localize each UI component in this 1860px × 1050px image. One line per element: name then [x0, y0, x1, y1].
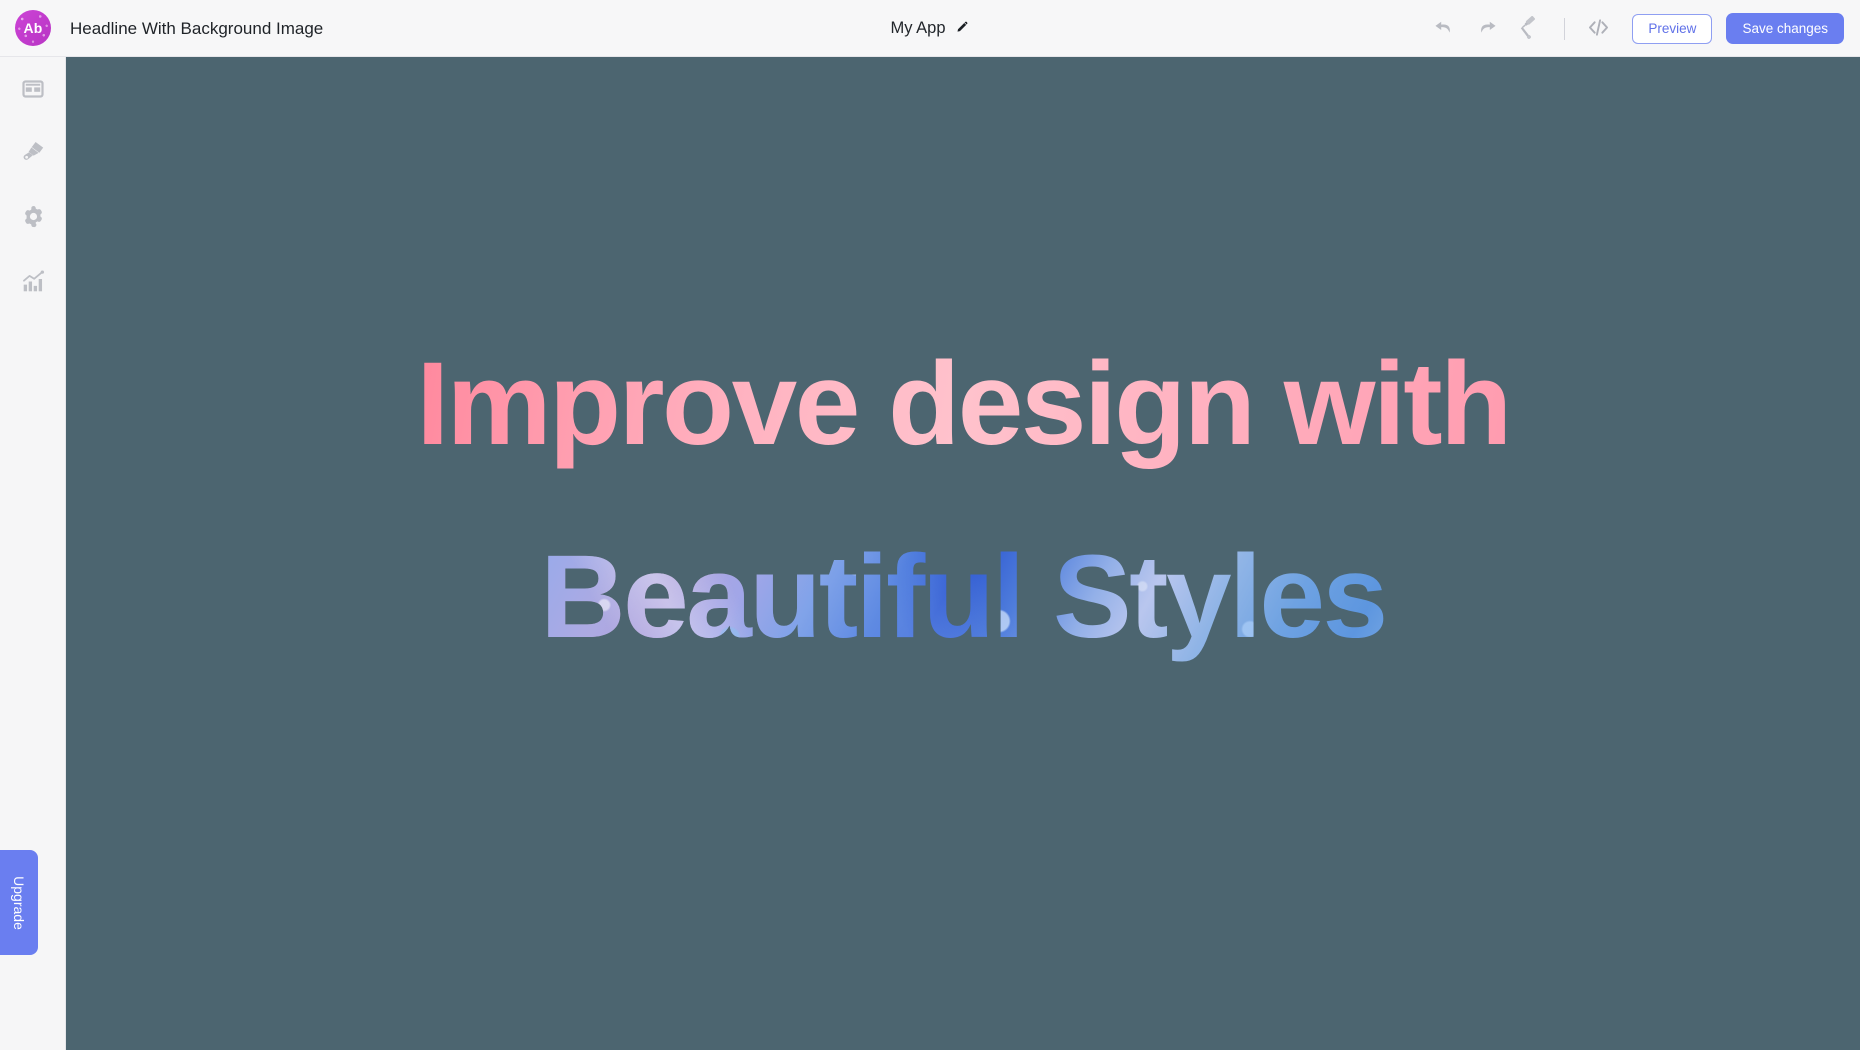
paint-roller-icon [1520, 15, 1543, 42]
document-title: Headline With Background Image [70, 18, 324, 38]
layout-grid-icon [21, 77, 45, 106]
upgrade-label: Upgrade [11, 875, 28, 930]
theme-button[interactable] [1509, 9, 1553, 49]
app-root: Ab Headline With Background Image My App [0, 0, 1860, 1050]
preview-button[interactable]: Preview [1632, 13, 1713, 44]
pencil-icon[interactable] [955, 19, 970, 39]
undo-button[interactable] [1421, 9, 1465, 49]
brand-logo[interactable]: Ab [15, 10, 51, 46]
design-canvas[interactable]: Improve design with Beautiful Styles [66, 57, 1860, 1050]
analytics-chart-icon [21, 269, 46, 299]
top-bar: Ab Headline With Background Image My App [0, 0, 1860, 57]
toolbar-divider [1564, 17, 1566, 40]
paintbrush-icon [21, 139, 46, 169]
headline-line-1[interactable]: Improve design with [66, 337, 1860, 472]
redo-arrow-icon [1476, 16, 1499, 42]
save-changes-button[interactable]: Save changes [1726, 13, 1844, 44]
sidebar-item-settings[interactable] [0, 199, 66, 239]
sidebar-item-design[interactable] [0, 134, 66, 174]
sidebar-item-analytics[interactable] [0, 264, 66, 304]
sidebar-item-layout[interactable] [0, 71, 66, 111]
redo-button[interactable] [1465, 9, 1509, 49]
undo-arrow-icon [1432, 16, 1455, 42]
app-name-label: My App [890, 19, 946, 37]
gear-icon [21, 204, 46, 234]
left-sidebar: Upgrade [0, 57, 66, 1050]
headline-line-2[interactable]: Beautiful Styles [66, 529, 1860, 665]
hero-headline-block[interactable]: Improve design with Beautiful Styles [66, 337, 1860, 665]
code-view-button[interactable] [1576, 9, 1620, 49]
toolbar-actions: Preview Save changes [1421, 0, 1844, 57]
upgrade-button[interactable]: Upgrade [0, 850, 38, 955]
code-brackets-icon [1585, 14, 1612, 44]
brand-logo-text: Ab [23, 20, 43, 36]
